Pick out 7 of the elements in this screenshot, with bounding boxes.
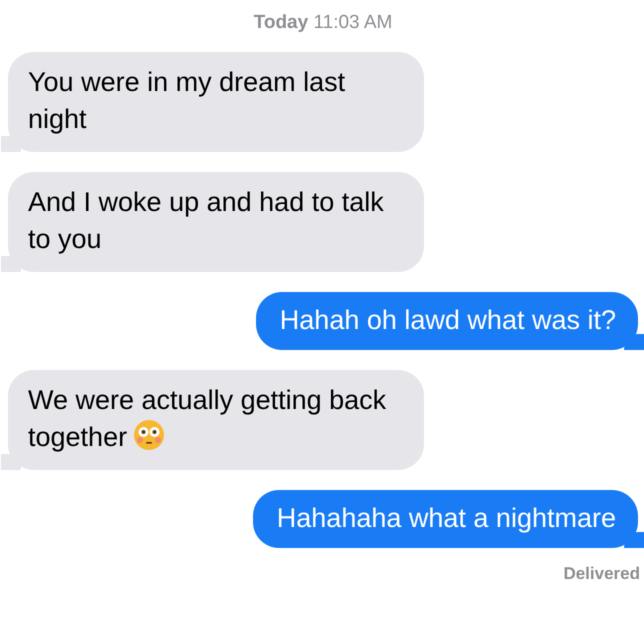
received-message: You were in my dream last night — [8, 52, 424, 152]
received-message: We were actually getting back together — [8, 370, 424, 470]
sent-message: Hahah oh lawd what was it? — [256, 292, 638, 350]
timestamp: Today 11:03 AM — [252, 12, 394, 34]
sent-message: Hahahaha what a nightmare — [252, 490, 638, 548]
received-message: And I woke up and had to talk to you — [8, 172, 424, 272]
delivery-status: Delivered — [563, 564, 641, 584]
